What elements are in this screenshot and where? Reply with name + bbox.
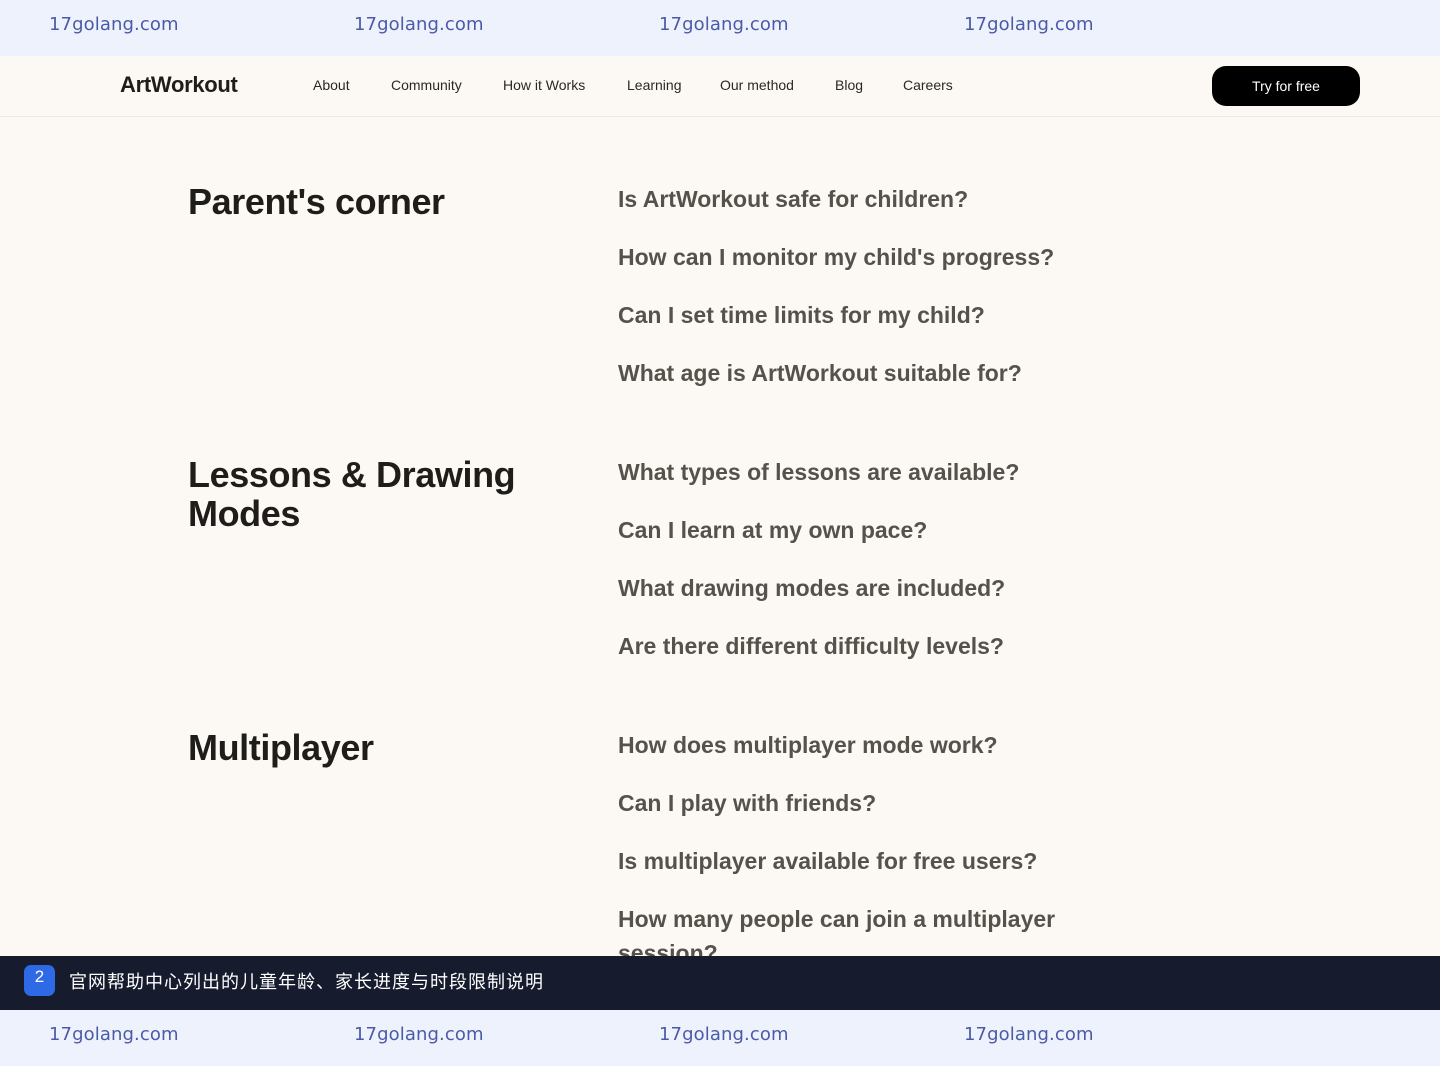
faq-question[interactable]: What drawing modes are included? (618, 571, 1078, 605)
faq-question[interactable]: What age is ArtWorkout suitable for? (618, 356, 1078, 390)
nav-link-community[interactable]: Community (391, 77, 462, 93)
watermark-text: 17golang.com (659, 14, 789, 35)
caption-text: 官网帮助中心列出的儿童年龄、家长进度与时段限制说明 (69, 972, 544, 993)
section-title-parents-corner: Parent's corner (188, 181, 445, 222)
top-navbar: ArtWorkout About Community How it Works … (0, 56, 1440, 117)
section-title-lessons-drawing-modes: Lessons & Drawing Modes (188, 454, 516, 534)
nav-link-how-it-works[interactable]: How it Works (503, 77, 585, 93)
faq-question[interactable]: How does multiplayer mode work? (618, 728, 1078, 762)
section-title-multiplayer: Multiplayer (188, 727, 374, 768)
nav-link-learning[interactable]: Learning (627, 77, 682, 93)
faq-question[interactable]: Are there different difficulty levels? (618, 629, 1078, 663)
site-logo[interactable]: ArtWorkout (120, 72, 238, 98)
faq-question[interactable]: What types of lessons are available? (618, 455, 1078, 489)
faq-question[interactable]: Is ArtWorkout safe for children? (618, 182, 1078, 216)
try-for-free-button[interactable]: Try for free (1212, 66, 1360, 106)
watermark-text: 17golang.com (964, 1024, 1094, 1045)
watermark-text: 17golang.com (354, 1024, 484, 1045)
faq-question[interactable]: Is multiplayer available for free users? (618, 844, 1078, 878)
watermark-band-bottom: 17golang.com 17golang.com 17golang.com 1… (0, 1010, 1440, 1066)
nav-link-blog[interactable]: Blog (835, 77, 863, 93)
watermark-text: 17golang.com (49, 14, 179, 35)
watermark-text: 17golang.com (659, 1024, 789, 1045)
watermark-text: 17golang.com (49, 1024, 179, 1045)
step-badge: 2 (24, 965, 55, 996)
faq-question[interactable]: Can I learn at my own pace? (618, 513, 1078, 547)
nav-link-about[interactable]: About (313, 77, 350, 93)
nav-link-careers[interactable]: Careers (903, 77, 953, 93)
faq-question[interactable]: Can I play with friends? (618, 786, 1078, 820)
faq-question[interactable]: Can I set time limits for my child? (618, 298, 1078, 332)
faq-question[interactable]: How can I monitor my child's progress? (618, 240, 1078, 274)
page: 17golang.com 17golang.com 17golang.com 1… (0, 0, 1440, 1066)
watermark-text: 17golang.com (354, 14, 484, 35)
caption-bar: 2 官网帮助中心列出的儿童年龄、家长进度与时段限制说明 (0, 956, 1440, 1010)
nav-link-our-method[interactable]: Our method (720, 77, 794, 93)
watermark-band-top: 17golang.com 17golang.com 17golang.com 1… (0, 0, 1440, 56)
watermark-text: 17golang.com (964, 14, 1094, 35)
